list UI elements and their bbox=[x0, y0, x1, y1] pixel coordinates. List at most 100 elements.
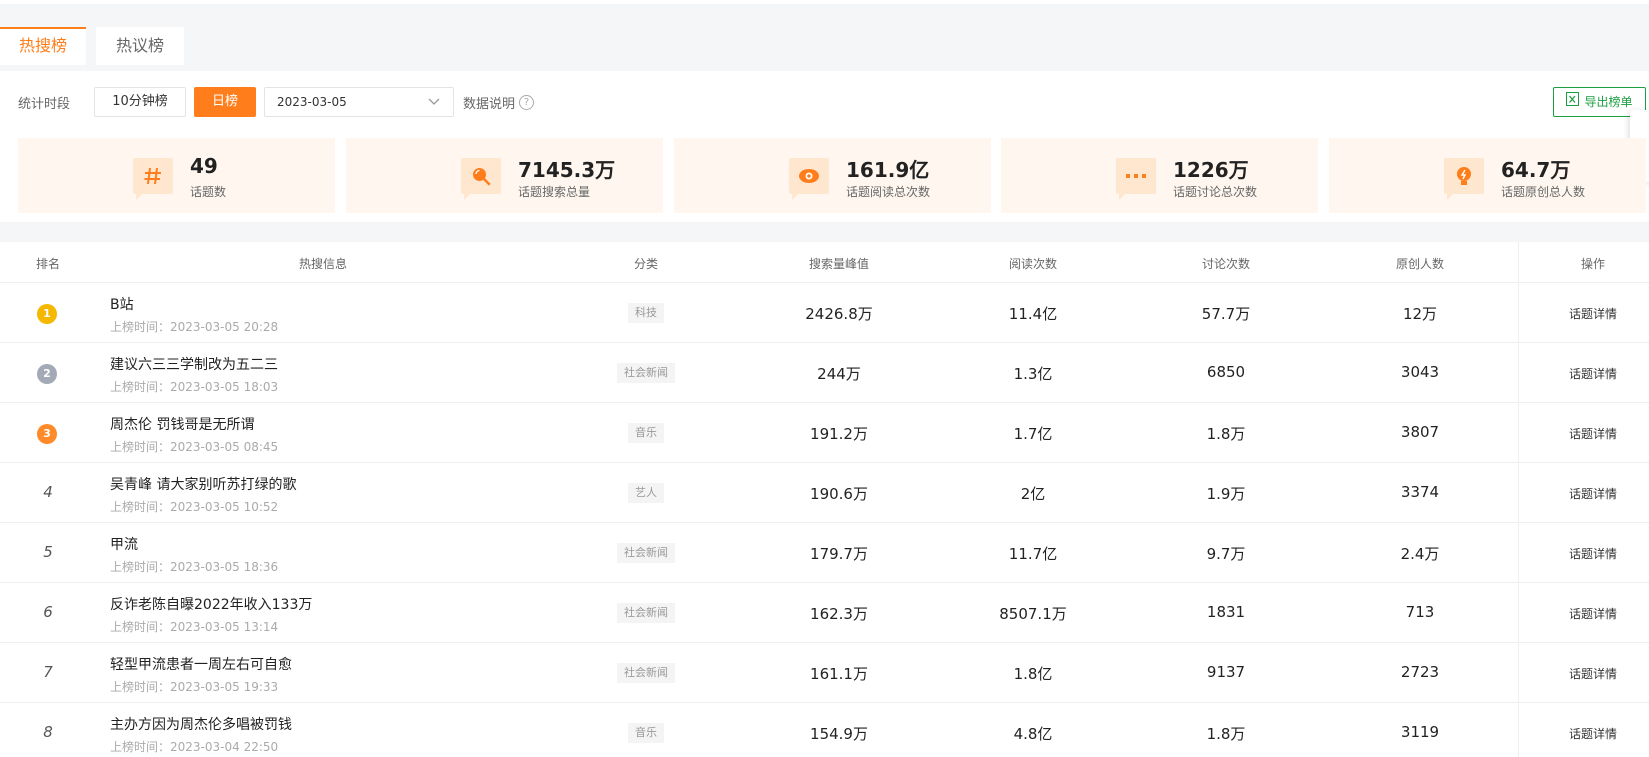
topic-title[interactable]: 主办方因为周杰伦多唱被罚钱 bbox=[110, 714, 292, 734]
time-prefix: 上榜时间： bbox=[110, 620, 171, 634]
stat-value: 64.7万 bbox=[1501, 158, 1571, 182]
rank-number: 8 bbox=[43, 723, 53, 741]
category-tag: 科技 bbox=[628, 303, 664, 323]
time-value: 2023-03-05 18:36 bbox=[170, 560, 279, 574]
time-value: 2023-03-05 20:28 bbox=[170, 320, 279, 334]
topic-title[interactable]: 建议六三三学制改为五二三 bbox=[110, 354, 278, 374]
stat-label: 话题讨论总次数 bbox=[1173, 185, 1258, 199]
discussions-value: 1831 bbox=[1206, 603, 1246, 621]
time-prefix: 上榜时间： bbox=[110, 380, 171, 394]
topic-title[interactable]: B站 bbox=[110, 294, 134, 314]
topic-detail-link[interactable]: 话题详情 bbox=[1569, 485, 1617, 502]
stat-card-discussions: 1226万 话题讨论总次数 bbox=[1001, 138, 1318, 213]
reads-value: 1.7亿 bbox=[1013, 425, 1053, 443]
period-label: 统计时段 bbox=[18, 97, 71, 112]
time-value: 2023-03-05 08:45 bbox=[170, 440, 279, 454]
topic-detail-link[interactable]: 话题详情 bbox=[1569, 665, 1617, 682]
tab-hot-discussion[interactable]: 热议榜 bbox=[96, 27, 184, 65]
stat-card-topics: 49 话题数 bbox=[18, 138, 335, 213]
peak-value: 154.9万 bbox=[810, 725, 868, 743]
topic-title[interactable]: 轻型甲流患者一周左右可自愈 bbox=[110, 654, 292, 674]
topic-detail-link[interactable]: 话题详情 bbox=[1569, 305, 1617, 322]
col-category: 分类 bbox=[633, 257, 659, 271]
table-row: 1 B站 上榜时间：2023-03-05 20:28 科技 2426.8万 11.4亿 57… bbox=[0, 283, 1649, 343]
originals-value: 3119 bbox=[1400, 723, 1440, 741]
time-prefix: 上榜时间： bbox=[110, 320, 171, 334]
rank-number: 4 bbox=[43, 483, 53, 501]
stat-card-reads: 161.9亿 话题阅读总次数 bbox=[674, 138, 991, 213]
table-row: 4 吴青峰 请大家别听苏打绿的歌 上榜时间：2023-03-05 10:52 艺人 19… bbox=[0, 463, 1649, 523]
col-actions: 操作 bbox=[1580, 257, 1606, 271]
rank-number: 7 bbox=[43, 663, 53, 681]
category-tag: 音乐 bbox=[628, 423, 664, 443]
help-icon[interactable]: ? bbox=[519, 95, 535, 110]
ten-minute-list-button[interactable]: 10分钟榜 bbox=[94, 87, 186, 117]
topic-detail-link[interactable]: 话题详情 bbox=[1569, 725, 1617, 742]
search-icon bbox=[461, 158, 501, 200]
topic-time: 上榜时间：2023-03-05 13:14 bbox=[110, 618, 278, 635]
topic-detail-link[interactable]: 话题详情 bbox=[1569, 425, 1617, 442]
time-prefix: 上榜时间： bbox=[110, 740, 171, 754]
topic-title[interactable]: 周杰伦 罚钱哥是无所谓 bbox=[110, 414, 254, 434]
category-tag: 社会新闻 bbox=[617, 663, 675, 683]
stat-card-search: 7145.3万 话题搜索总量 bbox=[346, 138, 663, 213]
data-note[interactable]: 数据说明 ? bbox=[463, 93, 535, 112]
time-value: 2023-03-05 10:52 bbox=[170, 500, 279, 514]
data-note-label: 数据说明 bbox=[463, 97, 516, 112]
topic-title[interactable]: 甲流 bbox=[110, 534, 138, 554]
table-row: 8 主办方因为周杰伦多唱被罚钱 上榜时间：2023-03-04 22:50 音乐 154… bbox=[0, 703, 1649, 757]
topic-time: 上榜时间：2023-03-05 10:52 bbox=[110, 498, 278, 515]
category-tag: 音乐 bbox=[628, 723, 664, 743]
table-row: 7 轻型甲流患者一周左右可自愈 上榜时间：2023-03-05 19:33 社会新闻 1… bbox=[0, 643, 1649, 703]
reads-value: 11.4亿 bbox=[1008, 305, 1058, 323]
col-peak: 搜索量峰值 bbox=[808, 257, 870, 271]
reads-value: 2亿 bbox=[1020, 485, 1046, 503]
eye-icon bbox=[789, 158, 829, 200]
table-row: 6 反诈老陈自曝2022年收入133万 上榜时间：2023-03-05 13:14 社… bbox=[0, 583, 1649, 643]
peak-value: 190.6万 bbox=[810, 485, 868, 503]
excel-icon bbox=[1566, 88, 1580, 116]
section-divider bbox=[0, 222, 1649, 242]
topic-title[interactable]: 吴青峰 请大家别听苏打绿的歌 bbox=[110, 474, 296, 494]
topic-time: 上榜时间：2023-03-05 18:03 bbox=[110, 378, 278, 395]
tab-hot-search[interactable]: 热搜榜 bbox=[0, 27, 86, 65]
date-select[interactable]: 2023-03-05 bbox=[264, 87, 454, 117]
originals-value: 713 bbox=[1405, 603, 1435, 621]
reads-value: 1.3亿 bbox=[1013, 365, 1053, 383]
topic-detail-link[interactable]: 话题详情 bbox=[1569, 605, 1617, 622]
time-prefix: 上榜时间： bbox=[110, 680, 171, 694]
originals-value: 3374 bbox=[1400, 483, 1440, 501]
tabs-bar: 热搜榜 热议榜 bbox=[0, 4, 1649, 71]
stat-value: 161.9亿 bbox=[846, 158, 930, 182]
topic-detail-link[interactable]: 话题详情 bbox=[1569, 545, 1617, 562]
stat-value: 49 bbox=[190, 154, 218, 178]
time-prefix: 上榜时间： bbox=[110, 500, 171, 514]
originals-value: 3807 bbox=[1400, 423, 1440, 441]
topic-time: 上榜时间：2023-03-05 08:45 bbox=[110, 438, 278, 455]
originals-value: 2723 bbox=[1400, 663, 1440, 681]
stat-label: 话题数 bbox=[190, 185, 227, 199]
topic-title[interactable]: 反诈老陈自曝2022年收入133万 bbox=[110, 594, 312, 614]
rank-medal-icon: 2 bbox=[37, 364, 57, 384]
topic-time: 上榜时间：2023-03-05 20:28 bbox=[110, 318, 278, 335]
table-body: 1 B站 上榜时间：2023-03-05 20:28 科技 2426.8万 11.4亿 57… bbox=[0, 283, 1649, 757]
stats-row: 49 话题数 7145.3万 话题搜索总量 161.9亿 话题阅读总次数 122… bbox=[0, 130, 1649, 222]
hot-search-table: 排名 热搜信息 分类 搜索量峰值 阅读次数 讨论次数 原创人数 操作 1 B站 上榜… bbox=[0, 242, 1649, 757]
reads-value: 4.8亿 bbox=[1013, 725, 1053, 743]
discussions-value: 1.8万 bbox=[1206, 725, 1246, 743]
rank-medal-icon: 3 bbox=[37, 424, 57, 444]
stat-label: 话题搜索总量 bbox=[518, 185, 591, 199]
originals-value: 2.4万 bbox=[1400, 545, 1440, 563]
peak-value: 161.1万 bbox=[810, 665, 868, 683]
peak-value: 191.2万 bbox=[810, 425, 868, 443]
stat-value: 7145.3万 bbox=[518, 158, 616, 182]
category-tag: 艺人 bbox=[628, 483, 664, 503]
table-row: 2 建议六三三学制改为五二三 上榜时间：2023-03-05 18:03 社会新闻 24… bbox=[0, 343, 1649, 403]
peak-value: 179.7万 bbox=[810, 545, 868, 563]
table-row: 3 周杰伦 罚钱哥是无所谓上榜时间：2023-03-05 08:45 音乐 191.2… bbox=[0, 403, 1649, 463]
hash-icon bbox=[133, 158, 173, 200]
topic-detail-link[interactable]: 话题详情 bbox=[1569, 365, 1617, 382]
col-info: 热搜信息 bbox=[298, 257, 348, 271]
daily-list-button[interactable]: 日榜 bbox=[194, 87, 256, 117]
time-value: 2023-03-05 18:03 bbox=[170, 380, 279, 394]
